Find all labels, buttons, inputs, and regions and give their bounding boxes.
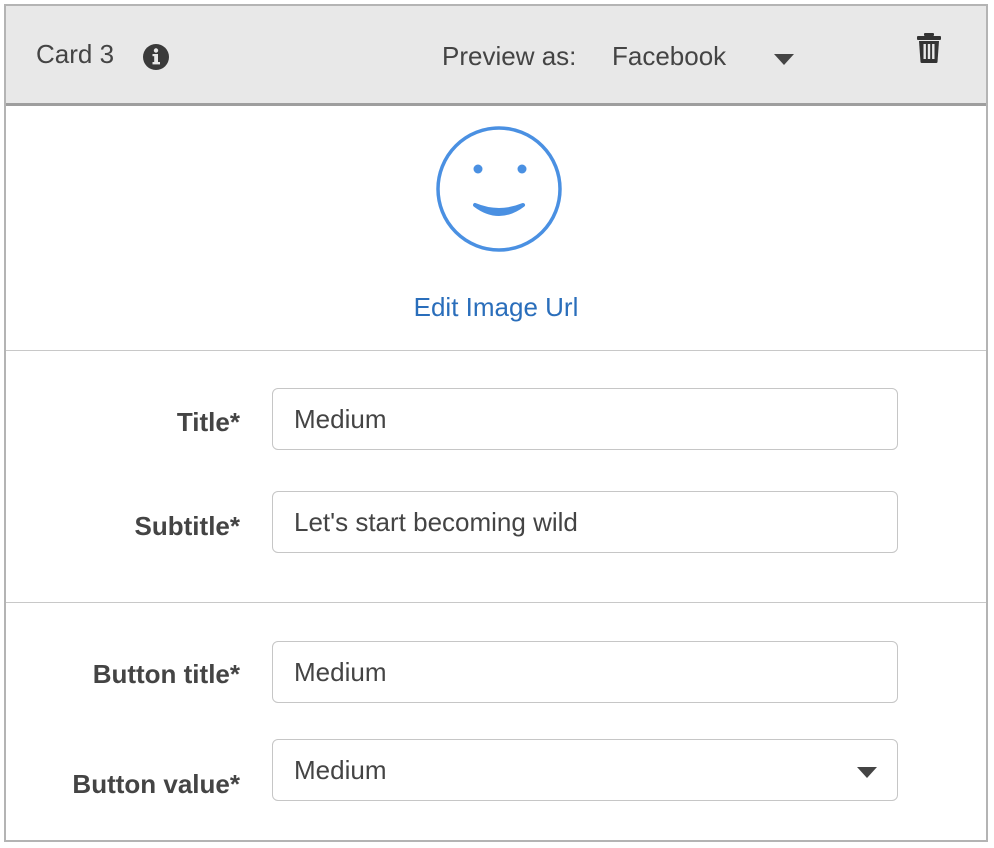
- image-section: Edit Image Url: [6, 106, 986, 351]
- title-input[interactable]: [272, 388, 898, 450]
- preview-platform-value: Facebook: [612, 41, 727, 71]
- trash-icon[interactable]: [916, 32, 942, 64]
- subtitle-input[interactable]: [272, 491, 898, 553]
- subtitle-label: Subtitle*: [134, 511, 240, 541]
- title-label: Title*: [176, 407, 240, 437]
- button-title-input[interactable]: [272, 641, 898, 703]
- button-fields-section: Button title* Button value* Medium: [6, 603, 986, 840]
- info-icon[interactable]: [142, 43, 170, 71]
- preview-platform-select[interactable]: Facebook: [610, 34, 800, 78]
- card-title: Card 3: [36, 39, 115, 69]
- text-fields-section: Title* Subtitle*: [6, 351, 986, 603]
- edit-image-url-link[interactable]: Edit Image Url: [6, 292, 986, 322]
- preview-as-label: Preview as:: [442, 41, 577, 71]
- smiley-face-icon: [436, 126, 562, 252]
- caret-down-icon: [774, 54, 794, 65]
- card-panel: Card 3 Preview as: Facebook Edit Image U…: [4, 4, 988, 842]
- button-value-label: Button value*: [72, 769, 240, 799]
- button-value-select[interactable]: Medium: [272, 739, 898, 801]
- card-header: Card 3 Preview as: Facebook: [6, 6, 986, 106]
- button-title-label: Button title*: [92, 659, 240, 689]
- button-value-selected: Medium: [294, 755, 387, 785]
- caret-down-icon: [857, 767, 877, 778]
